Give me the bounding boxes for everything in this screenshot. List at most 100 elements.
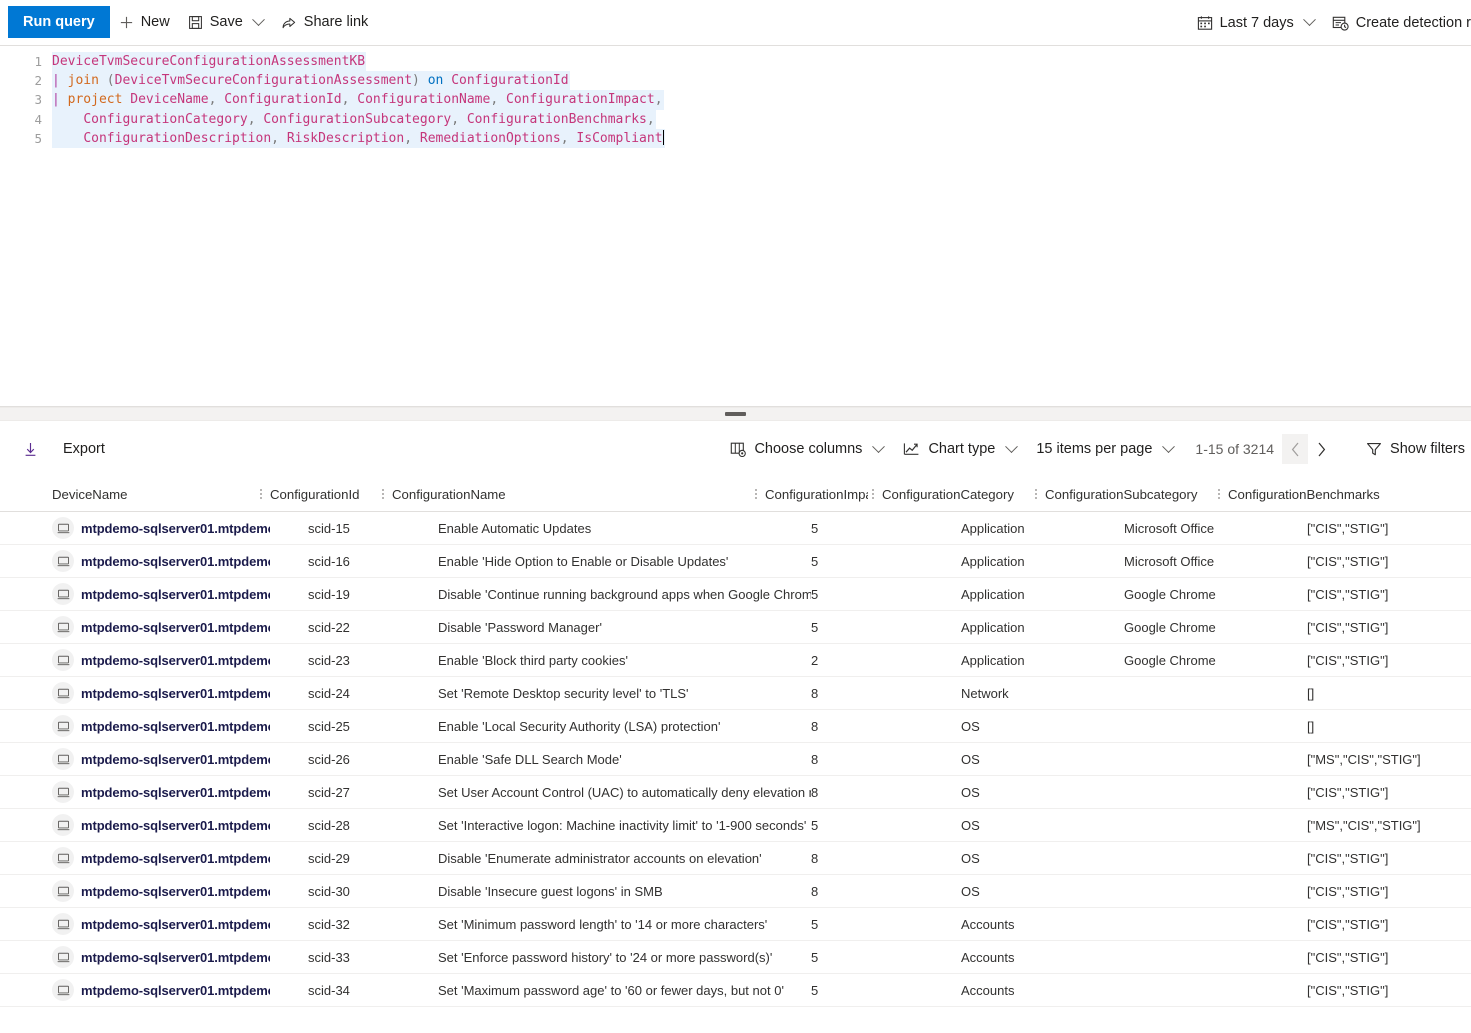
export-button[interactable]: Export xyxy=(22,433,115,465)
cell-spacer xyxy=(928,809,961,841)
cell-devicename[interactable]: mtpdemo-sqlserver01.mtpdemos.net xyxy=(0,578,270,610)
toolbar-actions: New Save Share link xyxy=(110,6,378,38)
column-options-icon[interactable] xyxy=(868,489,882,499)
device-icon xyxy=(52,748,74,770)
column-header-configurationimpact[interactable]: ConfigurationImpact xyxy=(765,477,882,511)
column-header-configurationcategory[interactable]: ConfigurationCategory xyxy=(882,477,1045,511)
cell-configurationbenchmarks: ["CIS","STIG"] xyxy=(1307,842,1471,874)
cell-configurationname-value: Enable Automatic Updates xyxy=(438,520,592,536)
code-token: ) xyxy=(412,73,428,89)
previous-page-button[interactable] xyxy=(1282,434,1309,464)
code-token: IsCompliant xyxy=(576,130,663,146)
cell-configurationsubcategory-value: Google Chrome xyxy=(1124,619,1216,635)
save-button[interactable]: Save xyxy=(179,6,272,38)
panel-splitter[interactable] xyxy=(0,407,1471,421)
cell-devicename[interactable]: mtpdemo-sqlserver01.mtpdemos.net xyxy=(0,809,270,841)
splitter-grab-handle[interactable] xyxy=(725,412,746,416)
cell-devicename[interactable]: mtpdemo-sqlserver01.mtpdemos.net xyxy=(0,611,270,643)
table-row[interactable]: mtpdemo-sqlserver01.mtpdemos.net scid-26 E… xyxy=(0,743,1471,776)
time-range-picker[interactable]: Last 7 days xyxy=(1188,7,1323,39)
cell-devicename[interactable]: mtpdemo-sqlserver01.mtpdemos.net xyxy=(0,908,270,940)
column-options-icon[interactable] xyxy=(1214,489,1228,499)
table-row[interactable]: mtpdemo-sqlserver01.mtpdemos.net scid-27 S… xyxy=(0,776,1471,809)
cell-devicename[interactable]: mtpdemo-sqlserver01.mtpdemos.net xyxy=(0,941,270,973)
device-name-label: mtpdemo-sqlserver01.mtpdemos.net xyxy=(81,784,270,800)
column-options-icon[interactable] xyxy=(1031,489,1045,499)
items-per-page-select[interactable]: 15 items per page xyxy=(1026,433,1183,465)
chevron-down-icon[interactable] xyxy=(1005,439,1019,453)
chevron-down-icon[interactable] xyxy=(1162,439,1176,453)
cell-configurationimpact: 5 xyxy=(811,941,928,973)
cell-configurationcategory-value: Application xyxy=(961,652,1025,668)
next-page-button[interactable] xyxy=(1308,434,1334,464)
cell-devicename[interactable]: mtpdemo-sqlserver01.mtpdemos.net xyxy=(0,710,270,742)
chart-type-button[interactable]: Chart type xyxy=(893,433,1026,465)
table-row[interactable]: mtpdemo-sqlserver01.mtpdemos.net scid-25 E… xyxy=(0,710,1471,743)
table-row[interactable]: mtpdemo-sqlserver01.mtpdemos.net scid-29 D… xyxy=(0,842,1471,875)
column-options-icon[interactable] xyxy=(751,489,765,499)
chevron-down-icon[interactable] xyxy=(872,439,886,453)
share-link-button[interactable]: Share link xyxy=(272,6,377,38)
cell-devicename[interactable]: mtpdemo-sqlserver01.mtpdemos.net xyxy=(0,875,270,907)
cell-devicename[interactable]: mtpdemo-sqlserver01.mtpdemos.net xyxy=(0,512,270,544)
code-token: , xyxy=(646,111,655,127)
device-icon xyxy=(52,946,74,968)
table-row[interactable]: mtpdemo-sqlserver01.mtpdemos.net scid-32 S… xyxy=(0,908,1471,941)
table-row[interactable]: mtpdemo-sqlserver01.mtpdemos.net scid-30 D… xyxy=(0,875,1471,908)
chevron-down-icon[interactable] xyxy=(251,12,265,26)
show-filters-button[interactable]: Show filters xyxy=(1356,433,1471,465)
code-line-text[interactable]: DeviceTvmSecureConfigurationAssessmentKB xyxy=(52,52,367,72)
table-row[interactable]: mtpdemo-sqlserver01.mtpdemos.net scid-22 D… xyxy=(0,611,1471,644)
cell-configurationname-value: Set 'Remote Desktop security level' to '… xyxy=(438,685,689,701)
cell-devicename[interactable]: mtpdemo-sqlserver01.mtpdemos.net xyxy=(0,776,270,808)
cell-configurationcategory-value: Application xyxy=(961,586,1025,602)
code-token: DeviceName xyxy=(130,92,209,108)
cell-configurationcategory-value: Accounts xyxy=(961,916,1015,932)
column-options-icon[interactable] xyxy=(378,489,392,499)
cell-devicename[interactable]: mtpdemo-sqlserver01.mtpdemos.net xyxy=(0,545,270,577)
run-query-button[interactable]: Run query xyxy=(8,6,110,38)
column-header-configurationsubcategory[interactable]: ConfigurationSubcategory xyxy=(1045,477,1228,511)
column-header-configurationname[interactable]: ConfigurationName xyxy=(392,477,765,511)
kql-code-area[interactable]: 1 DeviceTvmSecureConfigurationAssessmentK… xyxy=(0,46,1471,148)
share-link-label: Share link xyxy=(303,14,369,30)
column-header-label: ConfigurationImpact xyxy=(765,486,868,502)
chevron-down-icon[interactable] xyxy=(1302,13,1316,27)
cell-configurationbenchmarks: ["CIS","STIG"] xyxy=(1307,578,1471,610)
device-name-label: mtpdemo-sqlserver01.mtpdemos.net xyxy=(81,718,270,734)
code-line-text[interactable]: ConfigurationCategory, ConfigurationSubc… xyxy=(52,109,656,129)
column-header-configurationid[interactable]: ConfigurationId xyxy=(270,477,392,511)
device-icon xyxy=(52,847,74,869)
table-row[interactable]: mtpdemo-sqlserver01.mtpdemos.net scid-19 D… xyxy=(0,578,1471,611)
cell-devicename[interactable]: mtpdemo-sqlserver01.mtpdemos.net xyxy=(0,644,270,676)
new-query-button[interactable]: New xyxy=(110,6,179,38)
choose-columns-button[interactable]: Choose columns xyxy=(720,433,893,465)
column-header-label: ConfigurationId xyxy=(270,486,360,502)
code-line-text[interactable]: ConfigurationDescription, RiskDescriptio… xyxy=(52,128,665,148)
table-row[interactable]: mtpdemo-sqlserver01.mtpdemos.net scid-28 S… xyxy=(0,809,1471,842)
cell-configurationimpact-value: 5 xyxy=(811,553,819,569)
table-row[interactable]: mtpdemo-sqlserver01.mtpdemos.net scid-23 E… xyxy=(0,644,1471,677)
cell-configurationcategory: Application xyxy=(961,545,1124,577)
query-editor-panel[interactable]: 1 DeviceTvmSecureConfigurationAssessmentK… xyxy=(0,45,1471,407)
code-line-text[interactable]: | join (DeviceTvmSecureConfigurationAsse… xyxy=(52,71,570,91)
cell-devicename[interactable]: mtpdemo-sqlserver01.mtpdemos.net xyxy=(0,677,270,709)
create-detection-rule-button[interactable]: Create detection r xyxy=(1323,7,1471,39)
device-name-label: mtpdemo-sqlserver01.mtpdemos.net xyxy=(81,520,270,536)
column-options-icon[interactable] xyxy=(256,489,270,499)
table-row[interactable]: mtpdemo-sqlserver01.mtpdemos.net scid-34 S… xyxy=(0,974,1471,1007)
cell-devicename[interactable]: mtpdemo-sqlserver01.mtpdemos.net xyxy=(0,842,270,874)
cell-configurationname: Enable Automatic Updates xyxy=(438,512,811,544)
code-line-text[interactable]: | project DeviceName, ConfigurationId, C… xyxy=(52,90,664,110)
table-row[interactable]: mtpdemo-sqlserver01.mtpdemos.net scid-15 E… xyxy=(0,512,1471,545)
table-row[interactable]: mtpdemo-sqlserver01.mtpdemos.net scid-16 E… xyxy=(0,545,1471,578)
table-row[interactable]: mtpdemo-sqlserver01.mtpdemos.net scid-24 S… xyxy=(0,677,1471,710)
cell-devicename[interactable]: mtpdemo-sqlserver01.mtpdemos.net xyxy=(0,974,270,1006)
column-header-configurationbenchmarks[interactable]: ConfigurationBenchmarks xyxy=(1228,477,1392,511)
column-header-devicename[interactable]: DeviceName xyxy=(0,477,270,511)
table-row[interactable]: mtpdemo-sqlserver01.mtpdemos.net scid-33 S… xyxy=(0,941,1471,974)
code-line: 3 | project DeviceName, ConfigurationId, … xyxy=(0,90,1471,110)
cell-devicename[interactable]: mtpdemo-sqlserver01.mtpdemos.net xyxy=(0,743,270,775)
cell-configurationsubcategory: Microsoft Office xyxy=(1124,545,1307,577)
